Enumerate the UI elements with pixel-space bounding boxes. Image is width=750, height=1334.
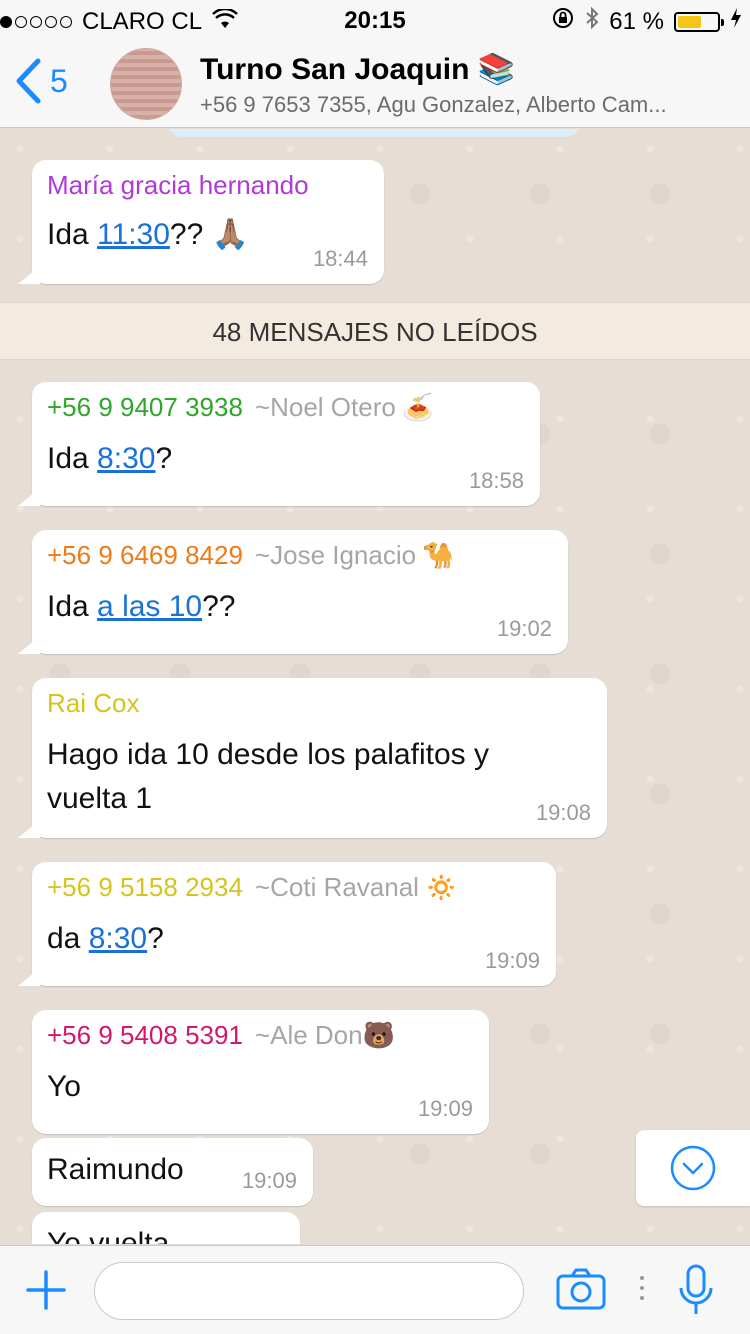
message-bubble[interactable]: Yo vuelta <box>32 1212 300 1244</box>
back-unread-count: 5 <box>50 62 68 99</box>
sender-emoji: 🐪 <box>422 540 455 570</box>
chat-title[interactable]: Turno San Joaquin 📚 <box>200 52 515 87</box>
message-bubble[interactable]: +56 9 6469 8429 ~Jose Ignacio 🐪 Ida a la… <box>18 530 568 654</box>
orientation-lock-icon <box>551 6 575 37</box>
message-timestamp: 18:44 <box>312 246 368 271</box>
message-text: Hago ida 10 desde los palafitos y vuelta… <box>47 738 489 815</box>
message-text: Ida a las 10?? <box>47 590 236 623</box>
message-text: Ida 8:30? <box>47 442 173 475</box>
message-text: Yo <box>47 1070 81 1103</box>
previous-message-edge <box>168 129 580 137</box>
charging-bolt-icon <box>730 7 742 36</box>
message-sender: Rai Cox <box>47 688 140 718</box>
time-link[interactable]: 8:30 <box>89 922 147 955</box>
chat-participants[interactable]: +56 9 7653 7355, Agu Gonzalez, Alberto C… <box>200 92 740 118</box>
battery-icon <box>674 11 724 32</box>
message-text: Yo vuelta <box>47 1227 170 1244</box>
message-bubble[interactable]: +56 9 5158 2934 ~Coti Ravanal 🔅 da 8:30?… <box>18 862 556 986</box>
sender-alias: ~Coti Ravanal <box>254 872 419 902</box>
message-bubble[interactable]: Rai Cox Hago ida 10 desde los palafitos … <box>18 678 607 838</box>
chevron-left-icon <box>16 58 41 104</box>
separator-dots <box>640 1276 644 1300</box>
sender-alias: ~Noel Otero <box>254 392 396 422</box>
chat-messages-area[interactable]: María gracia hernando Ida 11:30?? 🙏🏽 18:… <box>0 129 750 1244</box>
message-timestamp: 19:09 <box>484 948 540 973</box>
message-timestamp: 18:58 <box>468 468 524 493</box>
message-timestamp: 19:02 <box>496 616 552 641</box>
time-link[interactable]: 11:30 <box>97 218 170 251</box>
message-bubble[interactable]: María gracia hernando Ida 11:30?? 🙏🏽 18:… <box>18 160 384 284</box>
message-bubble[interactable]: +56 9 5408 5391 ~Ale Don 🐻 Yo 19:09 <box>32 1010 489 1134</box>
message-input[interactable] <box>94 1262 524 1320</box>
message-sender: +56 9 5158 2934 ~Coti Ravanal 🔅 <box>47 872 458 902</box>
group-avatar[interactable] <box>110 48 182 120</box>
message-sender: +56 9 5408 5391 ~Ale Don 🐻 <box>47 1020 395 1050</box>
unread-messages-banner: 48 MENSAJES NO LEÍDOS <box>0 302 750 360</box>
message-bubble[interactable]: Raimundo 19:09 <box>32 1138 313 1206</box>
sender-alias: ~Ale Don <box>254 1020 363 1050</box>
time-link[interactable]: 8:30 <box>97 442 155 475</box>
message-input-bar <box>0 1245 750 1334</box>
sender-emoji: 🔅 <box>424 872 458 902</box>
message-text: da 8:30? <box>47 922 164 955</box>
message-timestamp: 19:09 <box>417 1096 473 1121</box>
plus-icon <box>26 1270 66 1310</box>
sender-alias: ~Jose Ignacio <box>254 540 417 570</box>
microphone-icon <box>679 1264 713 1314</box>
camera-icon <box>556 1268 606 1310</box>
attach-button[interactable] <box>26 1270 66 1315</box>
sender-emoji: 🐻 <box>362 1020 395 1050</box>
message-sender: María gracia hernando <box>47 170 309 200</box>
battery-percent: 61 % <box>609 7 664 35</box>
message-bubble[interactable]: +56 9 9407 3938 ~Noel Otero 🍝 Ida 8:30? … <box>18 382 540 506</box>
bluetooth-icon <box>585 6 599 37</box>
message-sender: +56 9 9407 3938 ~Noel Otero 🍝 <box>47 392 435 422</box>
voice-message-button[interactable] <box>678 1264 714 1321</box>
chevron-down-circle-icon <box>670 1145 716 1191</box>
message-timestamp: 19:09 <box>241 1168 297 1193</box>
chat-header: 5 Turno San Joaquin 📚 +56 9 7653 7355, A… <box>0 40 750 128</box>
camera-button[interactable] <box>556 1268 606 1315</box>
message-timestamp: 19:08 <box>535 800 591 825</box>
back-button[interactable]: 5 <box>14 58 68 104</box>
time-link[interactable]: a las 10 <box>97 590 202 623</box>
scroll-to-bottom-button[interactable] <box>636 1130 750 1206</box>
sender-emoji: 🍝 <box>401 392 435 422</box>
status-bar: CLARO CL 20:15 61 % <box>0 0 750 40</box>
message-sender: +56 9 6469 8429 ~Jose Ignacio 🐪 <box>47 540 455 570</box>
